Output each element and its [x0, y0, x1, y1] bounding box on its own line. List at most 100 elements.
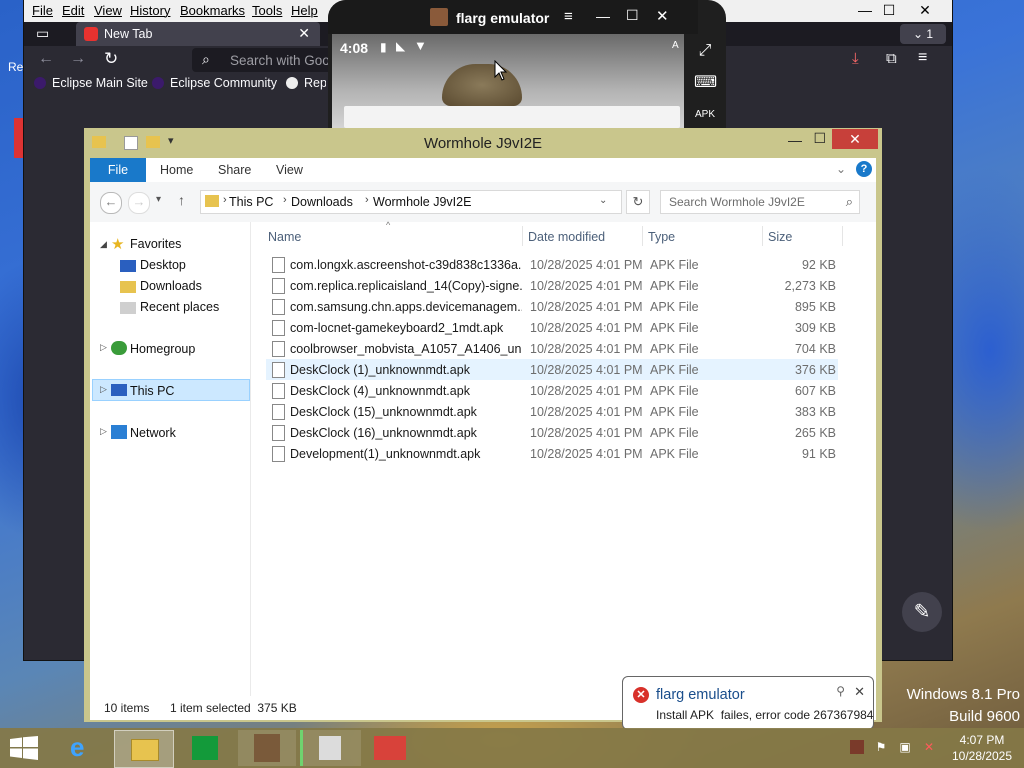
desktop-icon[interactable]	[14, 118, 24, 158]
keyboard-icon[interactable]: ⌨	[694, 72, 717, 94]
file-row[interactable]: DeskClock (15)_unknownmdt.apk 10/28/2025 …	[266, 401, 838, 422]
recent-locations-icon[interactable]: ▾	[156, 194, 161, 205]
nav-network[interactable]: Network	[130, 426, 176, 440]
menu-edit[interactable]: Edit	[62, 3, 84, 18]
ribbon-view-tab[interactable]: View	[276, 163, 303, 177]
install-apk-icon[interactable]: APK	[694, 104, 716, 126]
collapse-arrow-icon[interactable]: ▷	[100, 426, 107, 437]
file-row[interactable]: Development(1)_unknownmdt.apk 10/28/2025 …	[266, 443, 838, 464]
search-input[interactable]: Search Wormhole J9vI2E ⌕	[660, 190, 860, 214]
address-dropdown-icon[interactable]: ⌄	[599, 195, 607, 206]
chevron-right-icon[interactable]: ›	[283, 194, 287, 206]
reload-icon[interactable]: ↻	[104, 49, 118, 69]
forward-arrow-icon[interactable]: →	[70, 50, 86, 68]
collapse-arrow-icon[interactable]: ▷	[100, 384, 107, 395]
download-icon[interactable]: ⤓	[852, 50, 859, 67]
nav-homegroup[interactable]: Homegroup	[130, 342, 195, 356]
close-icon[interactable]: ✕	[854, 684, 865, 700]
ribbon-file-tab[interactable]: File	[90, 158, 146, 182]
menu-bookmarks[interactable]: Bookmarks	[180, 3, 245, 18]
tab-list-button[interactable]: ⌄ 1	[900, 24, 946, 44]
ribbon-expand-icon[interactable]: ⌄	[836, 162, 846, 176]
network-tray-icon[interactable]: ▣	[898, 740, 912, 754]
nav-desktop[interactable]: Desktop	[140, 258, 186, 272]
explorer-maximize-button[interactable]: ☐	[813, 130, 826, 147]
file-row[interactable]: com.replica.replicaisland_14(Copy)-signe…	[266, 275, 838, 296]
breadcrumb-this-pc[interactable]: This PC	[229, 195, 273, 209]
tab-new-tab[interactable]: New Tab ✕	[76, 22, 320, 46]
collapse-arrow-icon[interactable]: ▷	[100, 342, 107, 353]
ribbon-home-tab[interactable]: Home	[160, 163, 193, 177]
nav-favorites[interactable]: Favorites	[130, 237, 181, 251]
file-row-hovered[interactable]: DeskClock (1)_unknownmdt.apk 10/28/2025 4…	[266, 359, 838, 380]
nav-this-pc[interactable]: This PC	[130, 384, 174, 398]
nav-downloads[interactable]: Downloads	[140, 279, 202, 293]
menu-tools[interactable]: Tools	[252, 3, 282, 18]
fullscreen-icon[interactable]: ⤢	[694, 40, 716, 62]
ribbon-share-tab[interactable]: Share	[218, 163, 251, 177]
file-row[interactable]: DeskClock (16)_unknownmdt.apk 10/28/2025 …	[266, 422, 838, 443]
url-bar[interactable]: ⌕ Search with Goo	[192, 48, 332, 72]
column-header-type[interactable]: Type	[648, 230, 675, 244]
extensions-icon[interactable]: ⧉	[886, 50, 897, 67]
volume-muted-icon[interactable]: ✕	[922, 740, 936, 754]
menu-help[interactable]: Help	[291, 3, 318, 18]
column-divider[interactable]	[842, 226, 843, 246]
file-row[interactable]: com.longxk.ascreenshot-c39d838c1336a... 1…	[266, 254, 838, 275]
refresh-icon[interactable]: ↻	[626, 190, 650, 214]
windows-start-icon[interactable]	[10, 736, 38, 760]
notification-balloon[interactable]: ✕ flarg emulator Install APK failes, err…	[622, 676, 874, 730]
back-button[interactable]: ←	[100, 192, 122, 214]
column-divider[interactable]	[762, 226, 763, 246]
taskbar-flarg-emulator[interactable]	[238, 730, 296, 766]
close-tab-icon[interactable]: ✕	[298, 25, 310, 42]
search-icon[interactable]: ⌕	[846, 194, 853, 210]
browser-maximize-button[interactable]: ☐	[874, 2, 904, 19]
forward-button[interactable]: →	[128, 192, 150, 214]
taskbar-app[interactable]	[300, 730, 361, 766]
edit-pencil-icon[interactable]: ✎	[902, 592, 942, 632]
explorer-close-button[interactable]: ✕	[832, 129, 878, 149]
column-header-name[interactable]: Name	[268, 230, 301, 244]
expand-arrow-icon[interactable]: ◢	[100, 239, 107, 250]
explorer-minimize-button[interactable]: —	[788, 132, 802, 148]
breadcrumb-current-folder[interactable]: Wormhole J9vI2E	[373, 195, 471, 209]
taskbar-store[interactable]	[176, 730, 234, 766]
file-row[interactable]: DeskClock (4)_unknownmdt.apk 10/28/2025 4…	[266, 380, 838, 401]
menu-history[interactable]: History	[130, 3, 170, 18]
column-divider[interactable]	[522, 226, 523, 246]
menu-file[interactable]: File	[32, 3, 53, 18]
taskbar-file-explorer[interactable]	[114, 730, 174, 768]
up-arrow-icon[interactable]: ↑	[178, 192, 185, 208]
chevron-right-icon[interactable]: ›	[223, 194, 227, 206]
nav-recent-places[interactable]: Recent places	[140, 300, 219, 314]
emulator-minimize-button[interactable]: —	[596, 8, 610, 24]
column-header-size[interactable]: Size	[768, 230, 792, 244]
clock[interactable]: 4:07 PM 10/28/2025	[946, 732, 1018, 764]
emulator-screen[interactable]: 4:08 ▮ ◣ ▼ A	[332, 34, 684, 128]
emulator-close-button[interactable]: ✕	[656, 7, 669, 25]
taskbar-app-red[interactable]	[362, 730, 420, 766]
breadcrumb-downloads[interactable]: Downloads	[291, 195, 353, 209]
column-header-date[interactable]: Date modified	[528, 230, 605, 244]
hamburger-menu-icon[interactable]: ≡	[918, 49, 927, 67]
tray-emulator-icon[interactable]	[850, 740, 864, 754]
menu-view[interactable]: View	[94, 3, 122, 18]
file-row[interactable]: coolbrowser_mobvista_A1057_A1406_un... 10…	[266, 338, 838, 359]
chevron-right-icon[interactable]: ›	[365, 194, 369, 206]
column-divider[interactable]	[642, 226, 643, 246]
android-search-card[interactable]	[344, 106, 680, 128]
taskbar-internet-explorer[interactable]: e	[56, 730, 114, 766]
bookmark-eclipse-main[interactable]: Eclipse Main Site	[34, 76, 148, 90]
help-icon[interactable]: ?	[856, 161, 872, 177]
action-center-flag-icon[interactable]: ⚑	[874, 740, 888, 754]
back-arrow-icon[interactable]: ←	[38, 50, 54, 68]
emulator-menu-icon[interactable]: ≡	[564, 8, 573, 25]
browser-close-button[interactable]: ✕	[910, 2, 940, 19]
bookmark-repo[interactable]: Repo	[286, 76, 326, 90]
settings-wrench-icon[interactable]: ⚲	[836, 684, 845, 698]
firefox-view-icon[interactable]: ▭	[36, 25, 49, 42]
address-bar[interactable]: › This PC › Downloads › Wormhole J9vI2E …	[200, 190, 622, 214]
file-row[interactable]: com-locnet-gamekeyboard2_1mdt.apk 10/28/2…	[266, 317, 838, 338]
bookmark-eclipse-community[interactable]: Eclipse Community	[152, 76, 277, 90]
